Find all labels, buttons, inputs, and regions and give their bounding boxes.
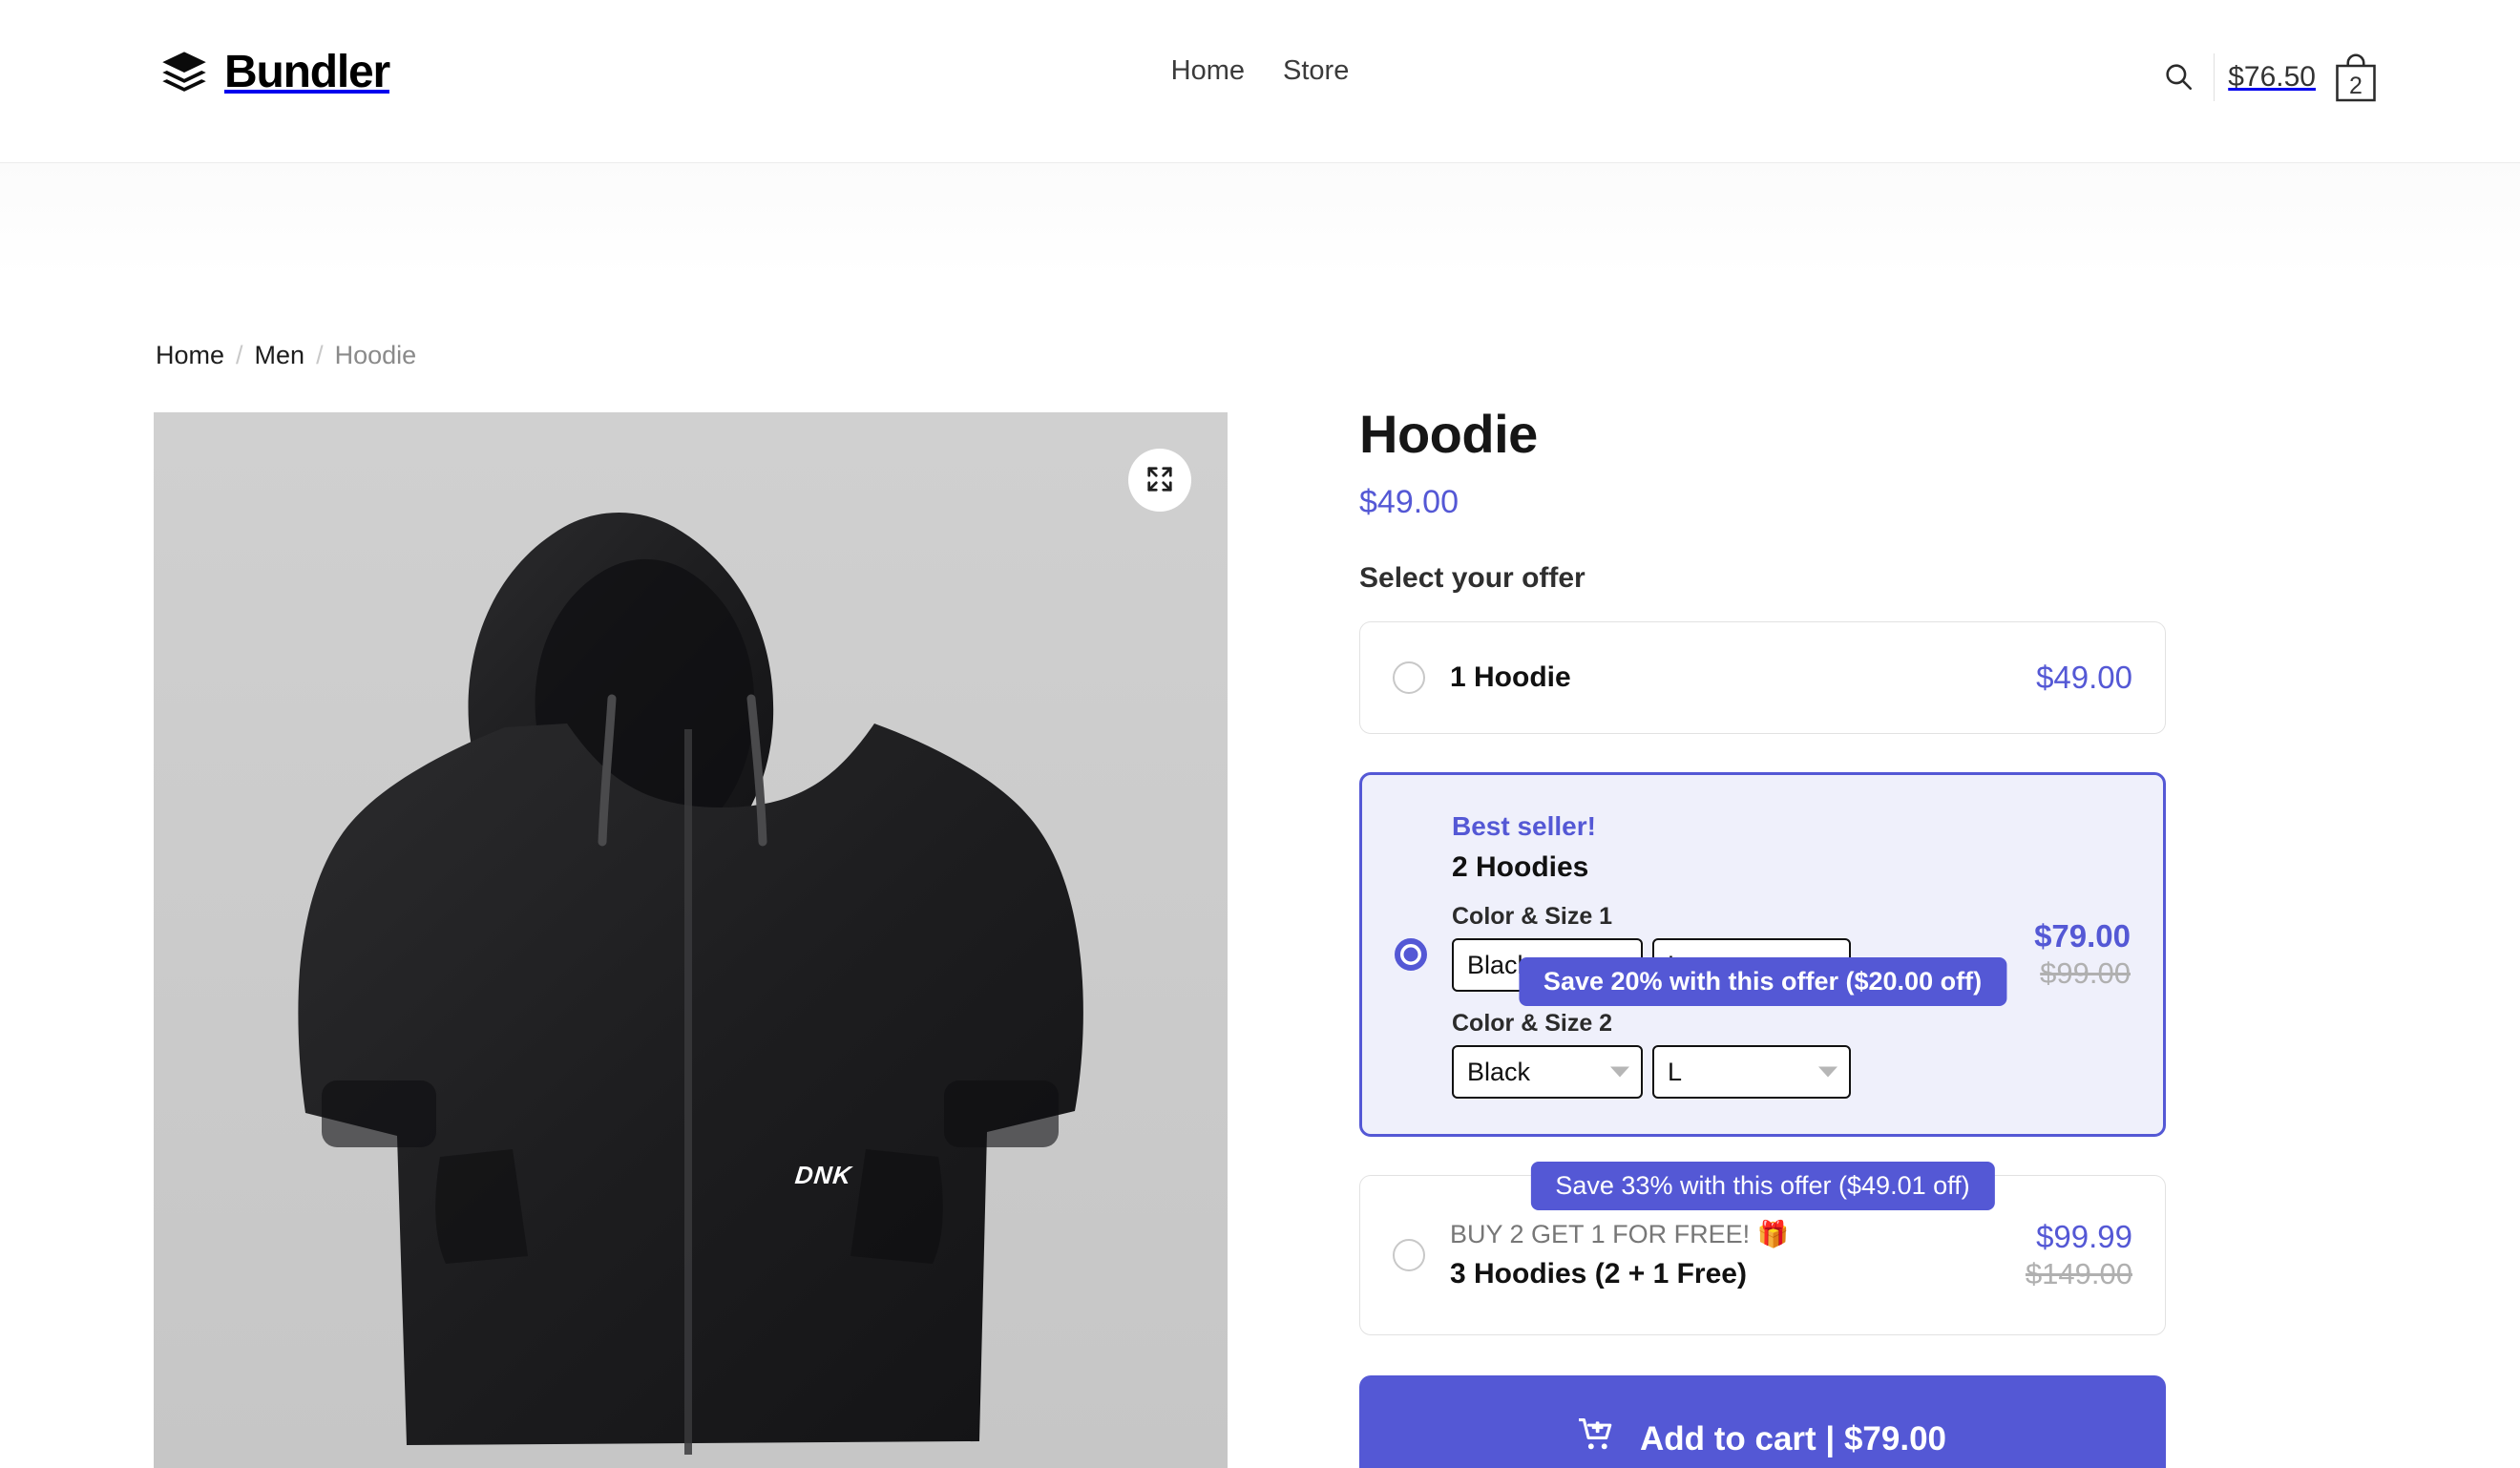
offer-price: $79.00: [2034, 917, 2131, 954]
expand-image-button[interactable]: [1128, 449, 1191, 512]
best-seller-tag: Best seller!: [1452, 811, 1596, 841]
product-gallery: DNK: [154, 412, 1228, 1468]
product-page: Home / Men / Hoodie DNK Hoodie $49.00 Se…: [0, 163, 2520, 1468]
color-select-2[interactable]: Black: [1452, 1044, 1643, 1099]
shopping-bag-icon: 2: [2333, 52, 2379, 103]
offer-radio-3-hoodies[interactable]: [1393, 1238, 1425, 1271]
product-hero-image[interactable]: DNK: [154, 412, 1228, 1468]
cart-count: 2: [2349, 73, 2362, 99]
site-header: Bundler Home Store $76.50 2: [0, 0, 2520, 163]
nav-item-home[interactable]: Home: [1171, 57, 1245, 85]
breadcrumb-separator: /: [236, 341, 243, 369]
offer-title: 1 Hoodie: [1450, 661, 1571, 693]
brand-name: Bundler: [224, 47, 390, 97]
offer-option-1-hoodie[interactable]: 1 Hoodie $49.00: [1359, 620, 2166, 734]
breadcrumb-separator: /: [316, 341, 324, 369]
offer-option-2-hoodies[interactable]: Best seller! 2 Hoodies Color & Size 1 Bl…: [1359, 771, 2166, 1137]
layers-stack-icon: [159, 48, 209, 97]
header-divider: [2214, 53, 2216, 101]
nav-item-store[interactable]: Store: [1283, 57, 1349, 85]
main-nav: Home Store: [1171, 57, 1350, 85]
variant-label-1: Color & Size 1: [1452, 902, 1613, 930]
add-to-cart-label: Add to cart | $79.00: [1639, 1419, 1946, 1458]
offer-radio-1-hoodie[interactable]: [1393, 661, 1425, 694]
cart-button[interactable]: $76.50 2: [2228, 52, 2379, 103]
search-icon: [2162, 60, 2194, 95]
offer-body: Best seller! 2 Hoodies Color & Size 1 Bl…: [1452, 810, 1959, 1099]
save-badge-2-hoodies: Save 20% with this offer ($20.00 off): [1518, 956, 2007, 1006]
offers-heading: Select your offer: [1359, 561, 1586, 594]
save-badge-3-hoodies: Save 33% with this offer ($49.01 off): [1530, 1161, 1995, 1210]
product-info: Hoodie $49.00 Select your offer 1 Hoodie…: [1359, 404, 2166, 1468]
breadcrumb-item-current: Hoodie: [334, 341, 417, 369]
breadcrumb: Home / Men / Hoodie: [156, 343, 416, 368]
expand-arrows-icon: [1145, 465, 1174, 496]
hoodie-illustration: [154, 412, 1228, 1468]
search-button[interactable]: [2149, 48, 2208, 107]
offer-kicker: BUY 2 GET 1 FOR FREE! 🎁: [1450, 1219, 1790, 1248]
size-select-2[interactable]: L: [1652, 1044, 1851, 1099]
product-price: $49.00: [1359, 483, 1459, 520]
cart-plus-icon: [1577, 1418, 1615, 1459]
breadcrumb-item-men[interactable]: Men: [255, 343, 305, 368]
offer-price: $99.99: [2036, 1218, 2132, 1254]
product-brand-mark: DNK: [793, 1161, 853, 1189]
cart-total: $76.50: [2228, 61, 2316, 93]
offer-body: 1 Hoodie: [1450, 661, 1961, 695]
brand-logo[interactable]: Bundler: [159, 47, 390, 97]
variant-label-2: Color & Size 2: [1452, 1009, 1613, 1037]
offer-compare-price: $149.00: [2025, 1257, 2132, 1291]
breadcrumb-item-home[interactable]: Home: [156, 343, 224, 368]
offer-list: 1 Hoodie $49.00 Best seller! 2 Hoodies C…: [1359, 620, 2166, 1335]
offer-body: BUY 2 GET 1 FOR FREE! 🎁 3 Hoodies (2 + 1…: [1450, 1219, 1961, 1291]
add-to-cart-button[interactable]: Add to cart | $79.00: [1359, 1374, 2166, 1468]
offer-prices: $99.99 $149.00: [1961, 1217, 2132, 1293]
header-actions: $76.50 2: [2149, 48, 2379, 107]
offer-radio-2-hoodies[interactable]: [1395, 937, 1427, 971]
offer-title: 3 Hoodies (2 + 1 Free): [1450, 1257, 1747, 1290]
offer-price: $49.00: [2036, 660, 2132, 696]
variant-row-2: Black L: [1452, 1044, 1959, 1099]
offer-title: 2 Hoodies: [1452, 850, 1589, 883]
color-select-2-wrap: Black: [1452, 1044, 1643, 1099]
page-title: Hoodie: [1359, 404, 1538, 464]
offer-prices: $49.00: [1961, 658, 2132, 697]
size-select-2-wrap: L: [1652, 1044, 1851, 1099]
